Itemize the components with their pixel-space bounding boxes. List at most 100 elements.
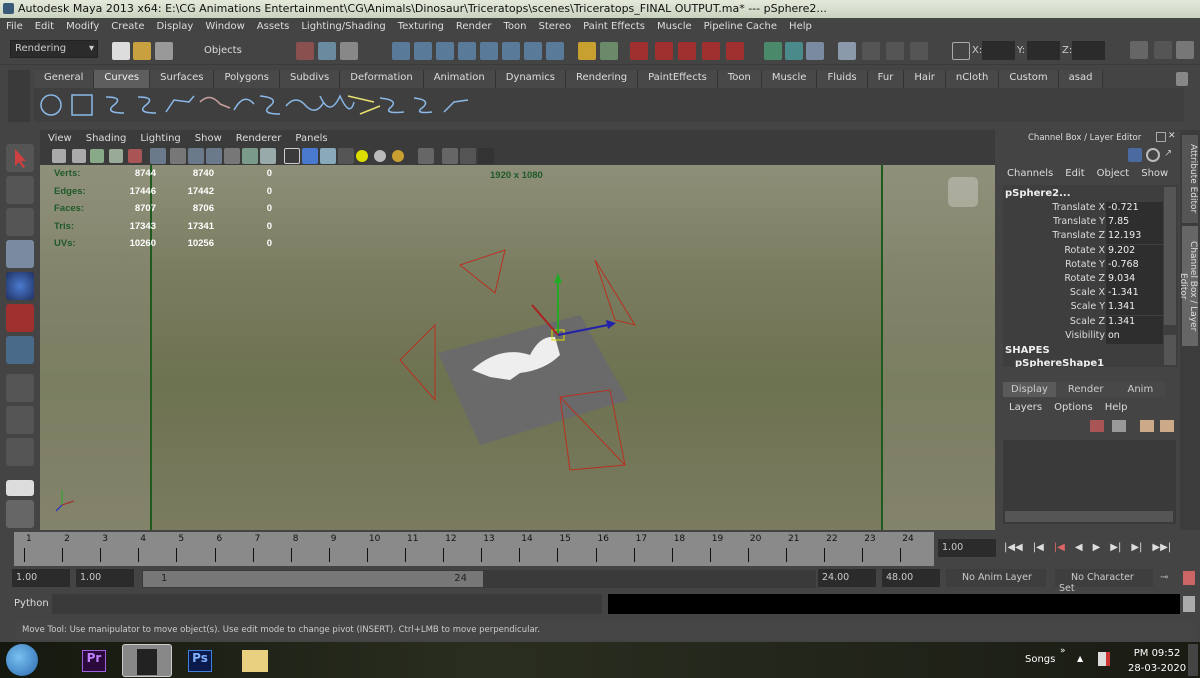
- channel-label[interactable]: Translate Y: [1053, 216, 1105, 227]
- render-current-frame-icon[interactable]: [862, 42, 880, 60]
- channel-value[interactable]: -0.721: [1106, 202, 1163, 216]
- new-layer-selected-icon[interactable]: [1090, 420, 1104, 432]
- songs-toolbar[interactable]: Songs: [1025, 654, 1055, 665]
- show-hidden-icons[interactable]: ▲: [1077, 654, 1083, 663]
- command-language-label[interactable]: Python: [14, 598, 49, 609]
- shelf-tab-surfaces[interactable]: Surfaces: [150, 70, 215, 88]
- open-scene-icon[interactable]: [133, 42, 151, 60]
- isolate-select-icon[interactable]: [418, 148, 434, 164]
- select-highlight-icon[interactable]: [600, 42, 618, 60]
- channel-value[interactable]: 1.341: [1106, 301, 1163, 316]
- magnet-live-icon[interactable]: [726, 42, 744, 60]
- channel-label[interactable]: Visibility: [1065, 330, 1105, 341]
- render-settings-icon[interactable]: [910, 42, 928, 60]
- character-set-dropdown[interactable]: No Character Set: [1055, 569, 1153, 594]
- auto-key-icon[interactable]: ⊸: [1160, 572, 1168, 583]
- shelf-tab-custom[interactable]: Custom: [999, 70, 1059, 88]
- smooth-shade-icon[interactable]: [302, 148, 318, 164]
- paint-select-tool-icon[interactable]: [6, 208, 34, 236]
- channel-value[interactable]: 9.034: [1106, 273, 1163, 287]
- field-chart-icon[interactable]: [224, 148, 240, 164]
- select-object-icon[interactable]: [318, 42, 336, 60]
- make-live-icon[interactable]: [480, 42, 498, 60]
- empty-tool-slot[interactable]: [6, 438, 34, 466]
- ep-curve-icon[interactable]: [137, 96, 157, 114]
- menu-toon[interactable]: Toon: [504, 21, 527, 37]
- wireframe-icon[interactable]: [284, 148, 300, 164]
- single-perspective-layout-icon[interactable]: [6, 480, 34, 496]
- detach-curves-icon[interactable]: [379, 97, 405, 114]
- 2d-pan-zoom-icon[interactable]: [128, 149, 142, 163]
- ipr-render-icon[interactable]: [886, 42, 904, 60]
- z-field[interactable]: [1072, 41, 1105, 60]
- go-to-end-icon[interactable]: ▶▶|: [1152, 542, 1171, 553]
- safe-title-icon[interactable]: [260, 148, 276, 164]
- menu-display[interactable]: Display: [156, 21, 193, 37]
- channel-row[interactable]: Translate X -0.721: [1003, 202, 1163, 216]
- anim-layer-dropdown[interactable]: No Anim Layer: [946, 569, 1046, 587]
- shelf-tab-subdivs[interactable]: Subdivs: [279, 70, 341, 88]
- reverse-curve-icon[interactable]: [443, 99, 469, 113]
- nurbs-circle-icon[interactable]: [40, 94, 62, 116]
- channel-box-toggle-icon[interactable]: [1176, 41, 1194, 59]
- share-icon[interactable]: [478, 148, 494, 164]
- cv-curve-icon[interactable]: [105, 96, 125, 114]
- x-field[interactable]: [982, 41, 1015, 60]
- speed-icon[interactable]: [1146, 148, 1160, 162]
- object-name[interactable]: pSphere2...: [1005, 188, 1071, 199]
- render-view-icon[interactable]: [838, 42, 856, 60]
- menu-lighting-shading[interactable]: Lighting/Shading: [301, 21, 385, 37]
- playback-start-field[interactable]: 1.00: [76, 569, 134, 587]
- channel-label[interactable]: Scale Z: [1070, 316, 1105, 327]
- menu-edit-cb[interactable]: Edit: [1065, 168, 1084, 179]
- rotate-tool-icon[interactable]: [6, 272, 34, 300]
- channel-box-tab[interactable]: Channel Box / Layer Editor: [1178, 226, 1198, 346]
- shelf-tab-muscle[interactable]: Muscle: [761, 70, 818, 88]
- channel-row[interactable]: Scale Z 1.341: [1003, 315, 1163, 330]
- taskbar-premiere[interactable]: Pr: [70, 644, 120, 677]
- time-slider[interactable]: 1 2 3 4 5 6 7 8 9 10 11 12 13 14 15 16 17 18 19 20 21 22 23 24: [14, 532, 934, 566]
- move-z-arrow-icon[interactable]: [606, 320, 616, 329]
- new-empty-layer-icon[interactable]: [1112, 420, 1126, 432]
- magnet-icon[interactable]: [630, 42, 648, 60]
- attribute-editor-toggle-icon[interactable]: [1130, 41, 1148, 59]
- channel-row[interactable]: Rotate Z 9.034: [1003, 273, 1163, 287]
- action-center-flag-icon[interactable]: [1098, 652, 1110, 666]
- all-lights-icon[interactable]: [374, 150, 386, 162]
- hyper-icon[interactable]: ↗: [1164, 148, 1178, 162]
- shelf-tab-ncloth[interactable]: nCloth: [945, 70, 1000, 88]
- shelf-menu-handle[interactable]: [8, 70, 30, 122]
- menu-create[interactable]: Create: [111, 21, 144, 37]
- new-scene-icon[interactable]: [112, 42, 130, 60]
- taskbar-maya[interactable]: [122, 644, 172, 677]
- shelf-tab-animation[interactable]: Animation: [423, 70, 496, 88]
- resolution-gate-icon[interactable]: [188, 148, 204, 164]
- magnet-plane-icon[interactable]: [702, 42, 720, 60]
- transform-input-mode-icon[interactable]: [952, 42, 970, 60]
- range-slider[interactable]: 1 24: [143, 571, 483, 587]
- channel-label[interactable]: Rotate X: [1064, 245, 1105, 256]
- shelf-tab-toon[interactable]: Toon: [717, 70, 762, 88]
- menu-texturing[interactable]: Texturing: [398, 21, 444, 37]
- menu-file[interactable]: File: [6, 21, 23, 37]
- playback-end-field[interactable]: 24.00: [818, 569, 876, 587]
- channel-label[interactable]: Scale X: [1070, 287, 1105, 298]
- shadows-icon[interactable]: [392, 150, 404, 162]
- channel-label[interactable]: Scale Y: [1071, 301, 1105, 312]
- taskbar-explorer[interactable]: [230, 644, 280, 677]
- channel-row[interactable]: Translate Y 7.85: [1003, 216, 1163, 231]
- soft-mod-tool-icon[interactable]: [6, 406, 34, 434]
- arc-icon[interactable]: [199, 96, 231, 109]
- step-back-frame-icon[interactable]: |◀: [1033, 542, 1044, 553]
- panel-menu-show[interactable]: Show: [195, 133, 222, 147]
- output-ops-icon[interactable]: [785, 42, 803, 60]
- menu-render[interactable]: Render: [456, 21, 492, 37]
- panel-menu-renderer[interactable]: Renderer: [236, 133, 282, 147]
- magnet-curve-icon[interactable]: [655, 42, 673, 60]
- bookmarks-icon[interactable]: [90, 149, 104, 163]
- shelf-tab-fur[interactable]: Fur: [867, 70, 905, 88]
- grid-icon[interactable]: [150, 148, 166, 164]
- command-input[interactable]: [52, 594, 602, 614]
- panel-menu-lighting[interactable]: Lighting: [140, 133, 180, 147]
- wireframe-on-shaded-icon[interactable]: [320, 148, 336, 164]
